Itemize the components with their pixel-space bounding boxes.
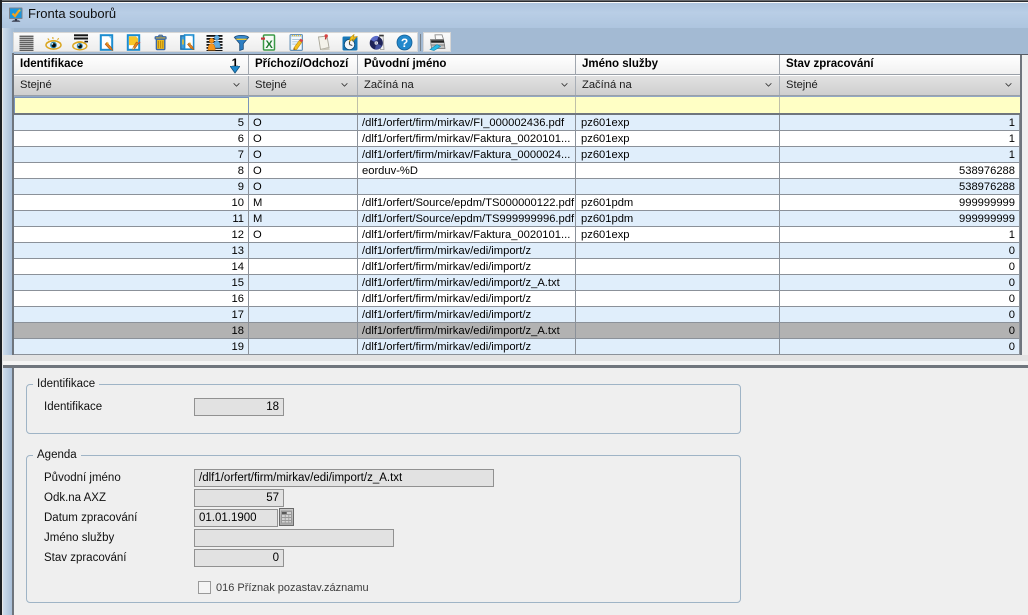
svg-text:X: X — [266, 39, 274, 51]
svg-text:?: ? — [401, 36, 408, 50]
